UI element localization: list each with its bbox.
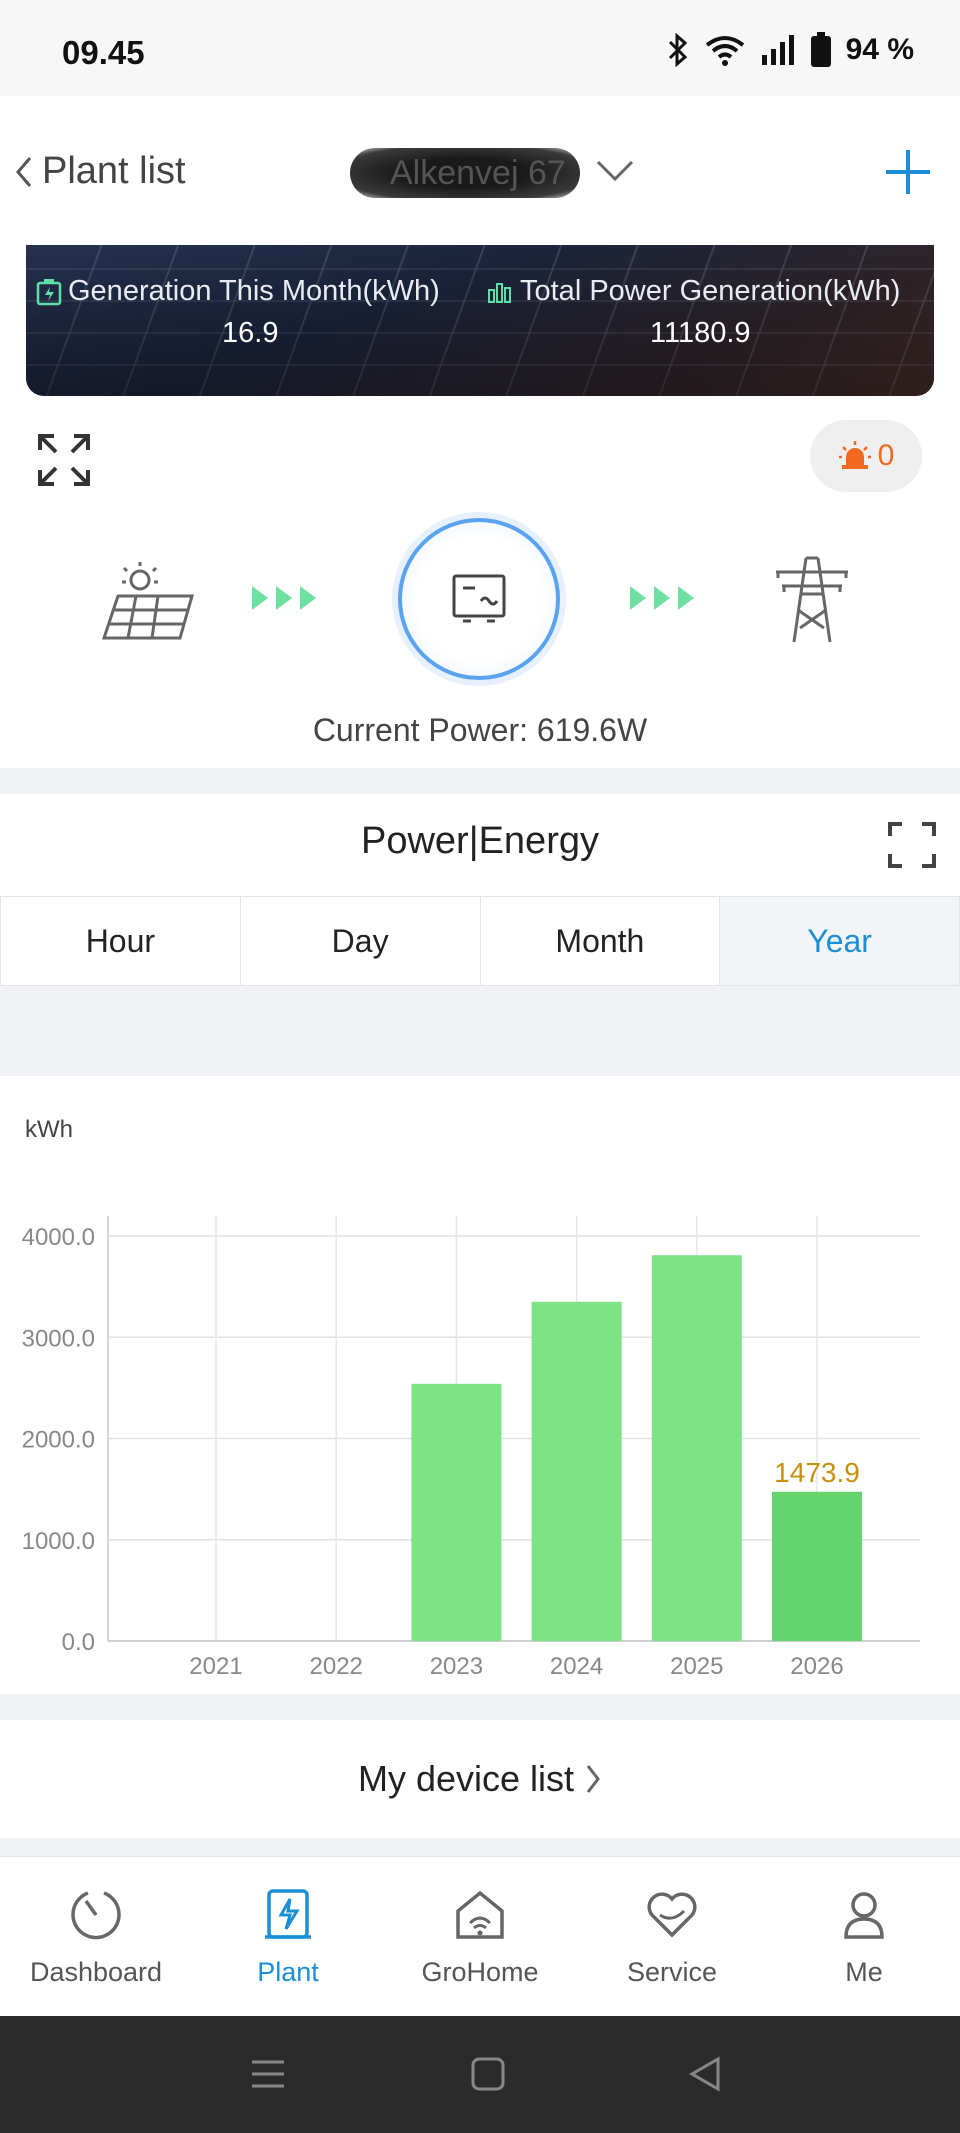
month-generation-label: Generation This Month(kWh) [36,275,440,308]
my-device-list-link[interactable]: My device list [0,1720,960,1838]
nav-me[interactable]: Me [768,1857,960,2016]
y-tick-label: 2000.0 [22,1427,95,1454]
me-icon [844,1892,884,1939]
nav-service[interactable]: Service [576,1857,768,2016]
power-grid-icon [776,556,848,643]
nav-grohome-label: GroHome [421,1957,539,1987]
power-energy-title: Power|Energy [361,820,599,862]
dashboard-icon [71,1891,121,1940]
y-tick-label: 1000.0 [22,1528,95,1555]
x-tick-label: 2026 [790,1653,843,1680]
status-icons: 94 % [666,32,914,68]
status-bar: 09.45 94 % [0,0,960,96]
battery-icon [810,32,831,67]
nav-dashboard[interactable]: Dashboard [0,1857,192,2016]
nav-dashboard-label: Dashboard [29,1957,163,1987]
back-button[interactable]: Plant list [14,150,186,193]
home-button[interactable] [470,2056,506,2092]
alarm-count: 0 [877,439,895,472]
period-tabs: Hour Day Month Year [0,896,960,986]
generation-banner: Generation This Month(kWh) 16.9 Total Po… [26,245,934,396]
tab-year[interactable]: Year [720,897,960,985]
flow-arrows-right [630,586,694,610]
section-divider [0,1694,960,1720]
alarm-icon [838,441,871,469]
nav-plant-label: Plant [257,1957,319,1987]
plant-selector[interactable]: Alkenvej 67 [350,148,580,198]
tab-hour[interactable]: Hour [0,897,241,985]
alarm-badge[interactable]: 0 [810,420,922,492]
fullscreen-icon[interactable] [886,820,938,870]
tab-day[interactable]: Day [240,897,481,985]
plant-icon [265,1889,311,1939]
y-tick-label: 3000.0 [22,1325,95,1352]
battery-charge-icon [36,278,62,305]
total-generation-label: Total Power Generation(kWh) [486,275,900,308]
bar-chart-icon [488,282,511,303]
chart-unit-label: kWh [25,1116,73,1143]
expand-icon[interactable] [36,432,92,488]
x-tick-label: 2025 [670,1653,723,1680]
chevron-left-icon [16,156,32,187]
section-divider [0,1838,960,1856]
solar-panel-icon [101,562,194,640]
chevron-down-icon[interactable] [594,158,636,184]
y-tick-label: 4000.0 [22,1224,95,1251]
x-tick-label: 2023 [430,1653,483,1680]
chevron-right-icon [586,1765,600,1793]
back-nav-button[interactable] [688,2056,722,2092]
x-tick-label: 2022 [310,1653,363,1680]
bar-2025[interactable] [651,1255,742,1641]
x-tick-label: 2021 [189,1653,242,1680]
nav-grohome[interactable]: GroHome [384,1857,576,2016]
energy-bar-chart: kWh 0.0 1000.0 2000.0 3000.0 4000.0 2021 2022 2… [22,1116,920,1680]
month-generation-value: 16.9 [222,317,279,349]
wifi-icon [705,36,744,66]
service-icon [647,1892,697,1938]
date-strip [0,986,960,1076]
total-generation-value: 11180.9 [650,317,751,349]
bottom-tab-bar: Dashboard Plant GroHome Service Me [0,1856,960,2016]
current-power-label: Current Power: [312,712,528,748]
add-plant-button[interactable] [882,146,934,198]
recents-button[interactable] [250,2058,286,2090]
inverter-icon [452,574,506,623]
nav-plant[interactable]: Plant [192,1857,384,2016]
nav-service-label: Service [626,1957,718,1987]
inverter-button[interactable] [398,518,560,680]
battery-percent: 94 % [845,33,914,66]
bar-2024[interactable] [531,1301,622,1641]
current-power-value: 619.6W [536,712,648,748]
section-divider [0,768,960,794]
status-time: 09.45 [62,34,145,71]
nav-me-label: Me [845,1957,883,1987]
y-tick-label: 0.0 [62,1629,95,1656]
bar-2023[interactable] [411,1383,502,1641]
grohome-icon [456,1890,504,1939]
back-label: Plant list [42,150,186,192]
energy-chart: kWh 0.0 1000.0 2000.0 3000.0 4000.0 2021 2022 2… [0,1076,960,1694]
bar-2026[interactable] [772,1491,862,1641]
flow-arrows-left [252,586,316,610]
current-power: Current Power: 619.6W [0,712,960,749]
system-navigation-bar [0,2016,960,2133]
x-tick-label: 2024 [550,1653,603,1680]
bluetooth-icon [668,33,687,67]
tab-month[interactable]: Month [480,897,721,985]
bar-value-label: 1473.9 [774,1457,860,1488]
plant-name: Alkenvej 67 [390,154,566,192]
device-list-label: My device list [357,1758,575,1799]
signal-icon [761,35,794,65]
app-header: Plant list Alkenvej 67 [0,96,960,246]
